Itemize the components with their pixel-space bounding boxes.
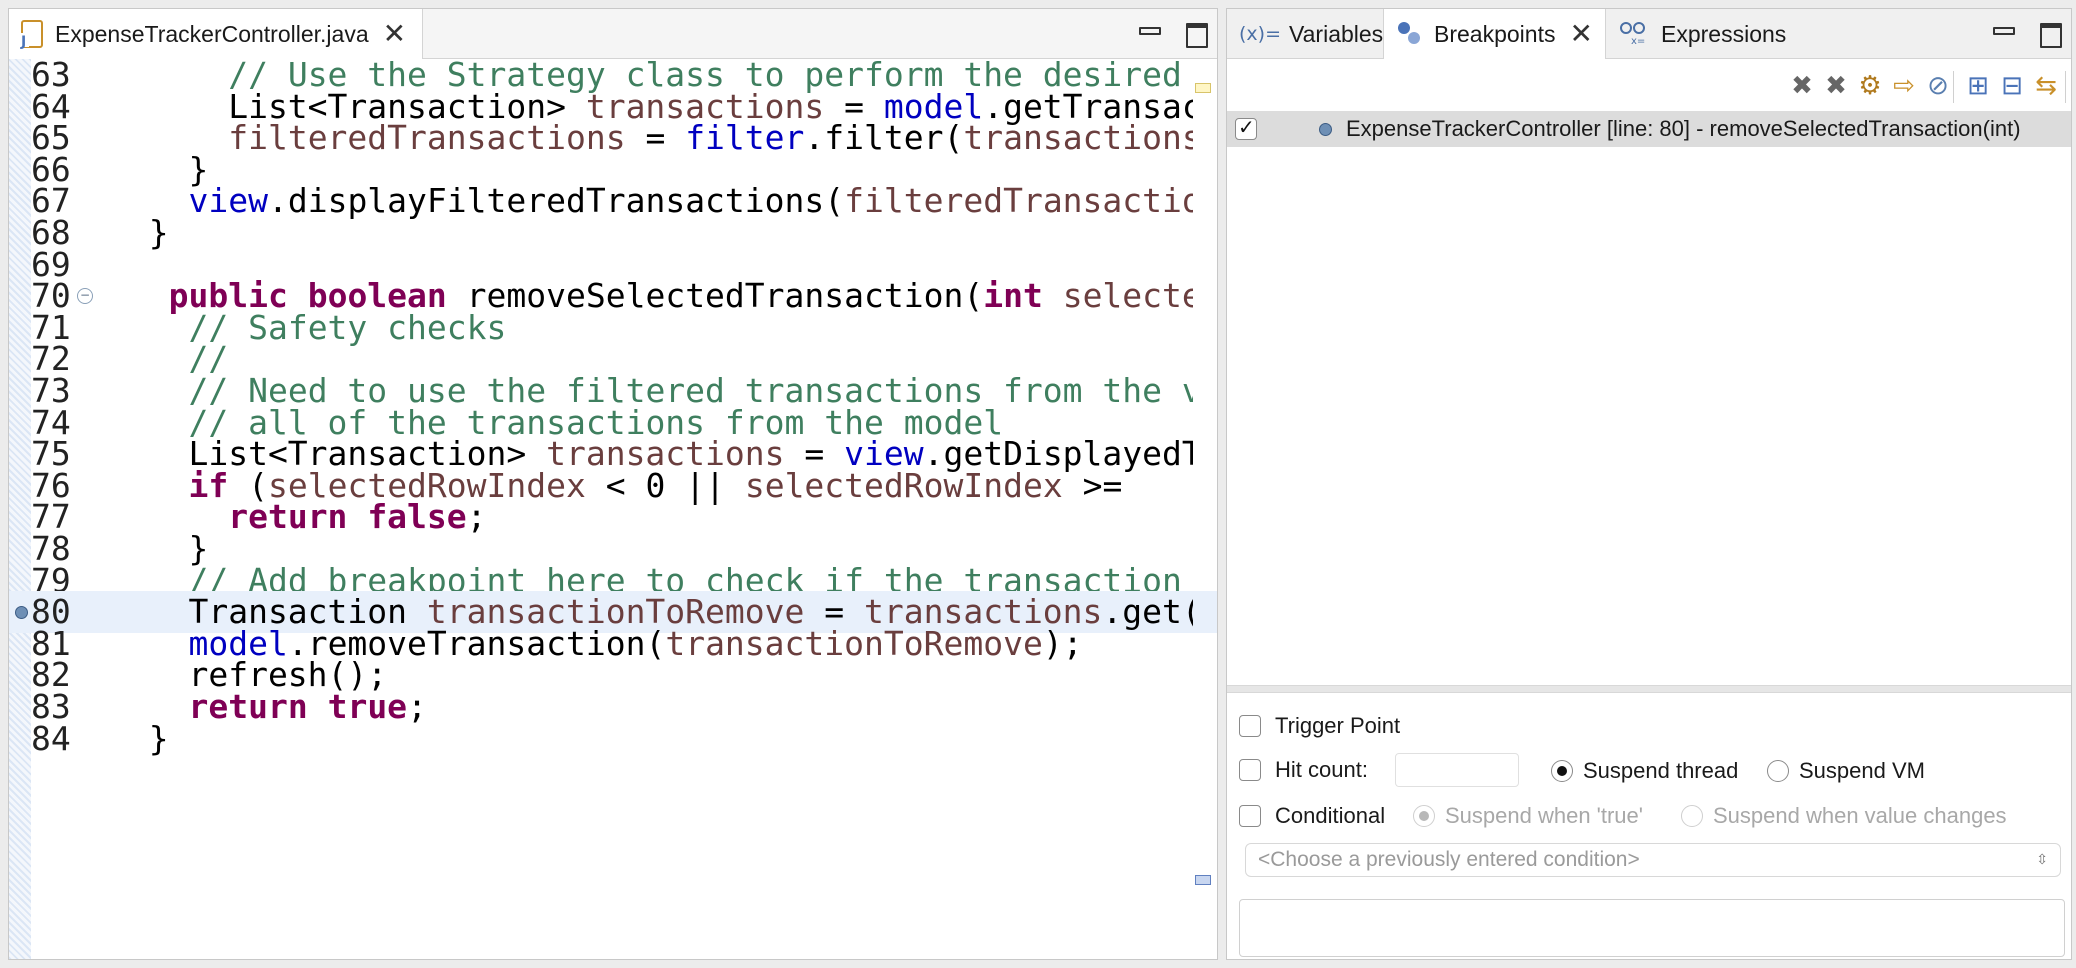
close-icon[interactable]: ✕ — [383, 20, 406, 48]
breakpoint-label: ExpenseTrackerController [line: 80] - re… — [1346, 116, 2021, 141]
code-editor[interactable]: 63 // Use the Strategy class to perform … — [9, 55, 1217, 959]
breakpoint-icon[interactable] — [15, 606, 28, 620]
debug-views-tabbar: (x)= Variables Breakpoints ✕ x= Expressi… — [1227, 9, 2071, 59]
suspend-when-changes-radio[interactable] — [1681, 805, 1703, 827]
add-java-exception-breakpoint-icon[interactable]: J! — [2069, 69, 2071, 103]
hit-count-checkbox[interactable] — [1239, 759, 1261, 781]
view-window-controls — [1991, 21, 2062, 48]
panel-sash[interactable] — [1227, 685, 2071, 693]
link-with-debug-view-icon[interactable]: ⇆ — [2029, 69, 2063, 103]
condition-history-select[interactable]: <Choose a previously entered condition> … — [1245, 843, 2061, 877]
breakpoint-enabled-checkbox[interactable] — [1235, 115, 1257, 140]
tab-variables-label: Variables — [1289, 20, 1384, 47]
hit-count-option[interactable]: Hit count: — [1239, 757, 1368, 783]
code-text: } — [109, 718, 1193, 760]
toolbar-separator — [2065, 71, 2066, 103]
editor-panel: J ExpenseTrackerController.java ✕ 63 // … — [8, 8, 1218, 960]
conditional-option[interactable]: Conditional — [1239, 803, 1385, 829]
trigger-point-checkbox[interactable] — [1239, 715, 1261, 737]
suspend-thread-label: Suspend thread — [1583, 758, 1739, 783]
breakpoint-marker-icon[interactable] — [1195, 875, 1211, 885]
hit-count-field[interactable] — [1395, 753, 1519, 787]
suspend-vm-radio[interactable] — [1767, 760, 1789, 782]
tab-expressions-label: Expressions — [1661, 20, 1787, 47]
hit-count-label: Hit count: — [1275, 757, 1368, 782]
svg-text:J: J — [20, 34, 26, 49]
close-icon[interactable]: ✕ — [1569, 20, 1592, 48]
suspend-vm-label: Suspend VM — [1799, 758, 1925, 783]
trigger-point-option[interactable]: Trigger Point — [1239, 713, 1400, 739]
collapse-all-icon[interactable]: ⊟ — [1995, 69, 2029, 103]
expand-all-icon[interactable]: ⊞ — [1961, 69, 1995, 103]
suspend-when-true-option[interactable]: Suspend when 'true' — [1413, 803, 1643, 829]
tab-variables[interactable]: (x)= Variables — [1227, 9, 1395, 59]
breakpoints-icon — [1396, 20, 1424, 48]
remove-breakpoint-icon[interactable]: ✖ — [1785, 69, 1819, 103]
fold-collapse-icon[interactable]: − — [77, 288, 93, 305]
editor-window-controls — [1137, 21, 1208, 48]
conditional-checkbox[interactable] — [1239, 805, 1261, 827]
minimize-icon[interactable] — [1991, 21, 2015, 43]
suspend-thread-radio[interactable] — [1551, 760, 1573, 782]
variables-icon: (x)= — [1239, 23, 1281, 45]
breakpoint-details: Trigger Point Hit count: Suspend thread … — [1227, 693, 2071, 959]
show-supported-breakpoints-icon[interactable]: ⚙ — [1853, 69, 1887, 103]
tab-breakpoints[interactable]: Breakpoints ✕ — [1383, 9, 1606, 59]
editor-tab[interactable]: J ExpenseTrackerController.java ✕ — [9, 9, 424, 59]
remove-all-breakpoints-icon[interactable]: ✖ — [1819, 69, 1853, 103]
expressions-icon: x= — [1619, 18, 1651, 51]
tab-breakpoints-label: Breakpoints — [1434, 20, 1556, 47]
suspend-when-changes-option[interactable]: Suspend when value changes — [1681, 803, 2007, 829]
condition-text-area[interactable] — [1239, 899, 2065, 957]
toolbar-separator — [1953, 71, 1954, 103]
breakpoints-list[interactable]: ExpenseTrackerController [line: 80] - re… — [1227, 107, 2071, 697]
conditional-label: Conditional — [1275, 803, 1386, 828]
suspend-when-true-radio[interactable] — [1413, 805, 1435, 827]
warning-marker-icon[interactable] — [1195, 83, 1211, 93]
breakpoint-icon — [1319, 122, 1332, 136]
trigger-point-label: Trigger Point — [1275, 713, 1401, 738]
editor-tab-title: ExpenseTrackerController.java — [55, 20, 369, 47]
maximize-icon[interactable] — [1185, 21, 1208, 48]
breakpoints-panel: (x)= Variables Breakpoints ✕ x= Expressi… — [1226, 8, 2072, 960]
editor-tabbar: J ExpenseTrackerController.java ✕ — [9, 9, 1217, 59]
go-to-file-icon[interactable]: ⇨ — [1887, 69, 1921, 103]
condition-history-placeholder: <Choose a previously entered condition> — [1258, 848, 1640, 871]
breakpoint-row[interactable]: ExpenseTrackerController [line: 80] - re… — [1227, 111, 2071, 147]
code-line[interactable]: 84 } — [9, 718, 1217, 760]
minimize-icon[interactable] — [1137, 21, 1161, 43]
suspend-vm-option[interactable]: Suspend VM — [1767, 758, 1925, 784]
line-number: 84 — [31, 718, 71, 758]
code-token: } — [109, 718, 169, 758]
chevron-up-down-icon: ⇳ — [2036, 852, 2048, 868]
svg-text:x=: x= — [1631, 36, 1645, 46]
suspend-when-true-label: Suspend when 'true' — [1445, 803, 1643, 828]
maximize-icon[interactable] — [2039, 21, 2062, 48]
suspend-thread-option[interactable]: Suspend thread — [1551, 758, 1738, 784]
tab-expressions[interactable]: x= Expressions — [1607, 9, 1798, 59]
skip-all-breakpoints-icon[interactable]: ⊘ — [1921, 69, 1955, 103]
suspend-when-changes-label: Suspend when value changes — [1713, 803, 2007, 828]
java-file-icon: J — [19, 20, 43, 49]
